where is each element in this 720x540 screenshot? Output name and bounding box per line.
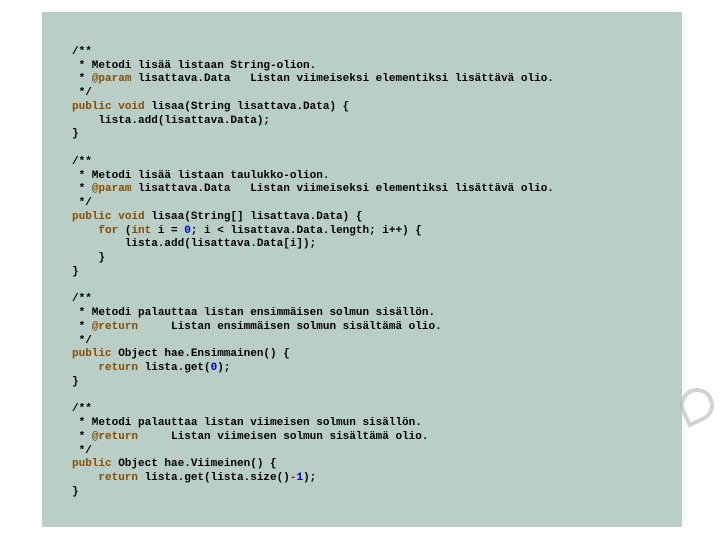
b1-body: lista.add(lisattava.Data);: [72, 115, 270, 127]
b3-c2: * Metodi palauttaa listan ensimmäisen so…: [72, 307, 435, 319]
b3-ret-a: [72, 362, 98, 374]
b3-public: public: [72, 348, 112, 360]
b2-for-g: ; i < lisattava.Data.length; i++) {: [191, 225, 422, 237]
b1-c3c: lisattava.Data Listan viimeiseksi elemen…: [131, 73, 553, 85]
b1-close: }: [72, 128, 79, 140]
b2-for: for: [98, 225, 118, 237]
b3-c1: /**: [72, 293, 92, 305]
b1-c3a: *: [72, 73, 92, 85]
b4-sig: Object hae.Viimeinen() {: [112, 458, 277, 470]
b2-public: public: [72, 211, 112, 223]
b2-void: void: [118, 211, 144, 223]
b2-c3c: lisattava.Data Listan viimeiseksi elemen…: [131, 183, 553, 195]
b2-param: @param: [92, 183, 132, 195]
b4-c3c: Listan viimeisen solmun sisältämä olio.: [138, 431, 428, 443]
b2-c3a: *: [72, 183, 92, 195]
b4-return: @return: [92, 431, 138, 443]
code-panel: /** * Metodi lisää listaan String-olion.…: [42, 12, 682, 527]
b4-c3a: *: [72, 431, 92, 443]
b3-return: @return: [92, 321, 138, 333]
b2-c1: /**: [72, 156, 92, 168]
b3-ret-c: lista.get(: [138, 362, 211, 374]
b4-c4: */: [72, 445, 92, 457]
b4-ret-c: lista.get(lista.size(): [138, 472, 290, 484]
b3-c4: */: [72, 335, 92, 347]
b2-close1: }: [72, 252, 105, 264]
b3-sig: Object hae.Ensimmainen() {: [112, 348, 290, 360]
b1-sig: lisaa(String lisattava.Data) {: [145, 101, 350, 113]
b4-ret-f: );: [303, 472, 316, 484]
b1-void: void: [118, 101, 144, 113]
b2-for-c: (: [118, 225, 131, 237]
b1-param: @param: [92, 73, 132, 85]
b1-c4: */: [72, 87, 92, 99]
b2-for-a: [72, 225, 98, 237]
b3-ret-e: );: [217, 362, 230, 374]
b2-int: int: [131, 225, 151, 237]
b1-c1: /**: [72, 46, 92, 58]
b1-c2: * Metodi lisää listaan String-olion.: [72, 60, 316, 72]
b4-ret-a: [72, 472, 98, 484]
b2-sig: lisaa(String[] lisattava.Data) {: [145, 211, 363, 223]
b2-c2: * Metodi lisää listaan taulukko-olion.: [72, 170, 329, 182]
b4-c2: * Metodi palauttaa listan viimeisen solm…: [72, 417, 422, 429]
b4-public: public: [72, 458, 112, 470]
b2-for-e: i =: [151, 225, 184, 237]
b3-close: }: [72, 376, 79, 388]
b3-c3a: *: [72, 321, 92, 333]
b1-public: public: [72, 101, 112, 113]
b4-return-kw: return: [98, 472, 138, 484]
b4-c1: /**: [72, 403, 92, 415]
b4-close: }: [72, 486, 79, 498]
b3-c3c: Listan ensimmäisen solmun sisältämä olio…: [138, 321, 442, 333]
b2-c4: */: [72, 197, 92, 209]
b2-zero: 0: [184, 225, 191, 237]
b3-return-kw: return: [98, 362, 138, 374]
b2-body: lista.add(lisattava.Data[i]);: [72, 238, 316, 250]
b2-close2: }: [72, 266, 79, 278]
